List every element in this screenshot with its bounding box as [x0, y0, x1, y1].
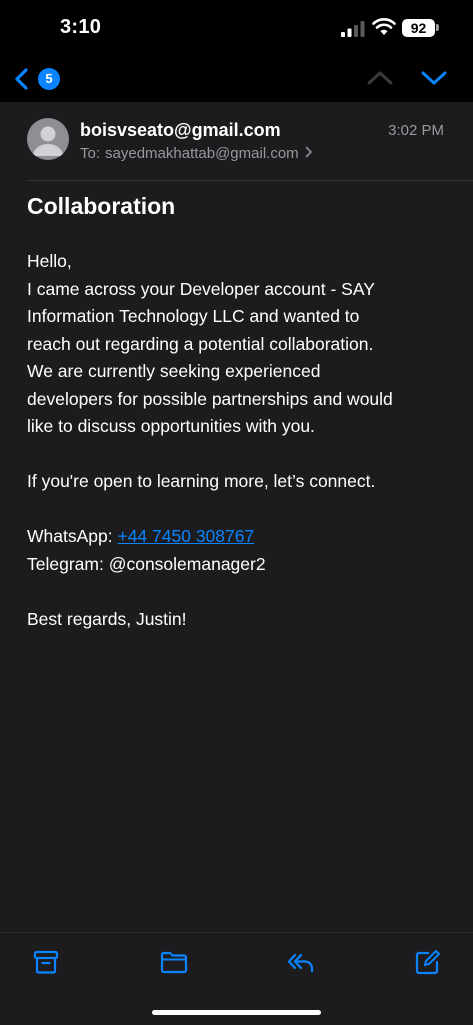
- chevron-right-icon: [305, 146, 312, 158]
- body-line: reach out regarding a potential collabor…: [27, 333, 374, 354]
- email-subject: Collaboration: [27, 193, 176, 219]
- header-divider: [27, 180, 473, 181]
- chevron-left-icon: [15, 68, 28, 90]
- connect-paragraph: If you're open to learning more, let’s c…: [27, 471, 376, 491]
- battery-indicator: 92: [402, 19, 435, 37]
- avatar: [27, 118, 69, 160]
- previous-message-button[interactable]: [366, 66, 394, 90]
- to-label: To:: [80, 145, 101, 162]
- greeting: Hello,: [27, 251, 72, 271]
- sender-address[interactable]: boisvseato@gmail.com: [80, 120, 281, 141]
- recipient-row[interactable]: To: sayedmakhattab@gmail.com: [80, 145, 313, 162]
- body-line: developers for possible partnerships and…: [27, 388, 393, 409]
- signoff: Best regards, Justin!: [27, 608, 187, 629]
- whatsapp-phone-link[interactable]: +44 7450 308767: [117, 526, 254, 546]
- body-line: We are currently seeking experienced: [27, 361, 321, 381]
- unread-count-badge: 5: [38, 68, 60, 90]
- body-line: I came across your Developer account - S…: [27, 278, 375, 299]
- wifi-icon: [372, 18, 396, 35]
- compose-icon[interactable]: [413, 947, 443, 977]
- home-indicator[interactable]: [152, 1010, 321, 1015]
- battery-tip: [436, 24, 439, 31]
- body-line: Information Technology LLC and wanted to: [27, 306, 360, 326]
- folder-icon[interactable]: [159, 947, 189, 977]
- archive-icon[interactable]: [31, 947, 61, 977]
- recipient-address: sayedmakhattab@gmail.com: [105, 145, 299, 162]
- whatsapp-line: WhatsApp: +44 7450 308767: [27, 523, 447, 551]
- email-body: Hello, I came across your Developer acco…: [27, 248, 447, 633]
- whatsapp-label: WhatsApp:: [27, 526, 113, 546]
- navigation-bar: 5: [0, 58, 473, 102]
- cellular-signal-icon: [341, 21, 365, 37]
- person-icon: [33, 126, 63, 156]
- back-button[interactable]: 5: [12, 62, 72, 96]
- email-header: boisvseato@gmail.com 3:02 PM To: sayedmak…: [0, 102, 473, 180]
- status-bar: 3:10 92: [0, 0, 473, 58]
- body-line: like to discuss opportunities with you.: [27, 416, 315, 436]
- email-time: 3:02 PM: [388, 122, 444, 139]
- reply-icon[interactable]: [286, 947, 316, 977]
- telegram-line: Telegram: @consolemanager2: [27, 553, 266, 574]
- status-time: 3:10: [60, 16, 102, 38]
- next-message-button[interactable]: [420, 66, 448, 90]
